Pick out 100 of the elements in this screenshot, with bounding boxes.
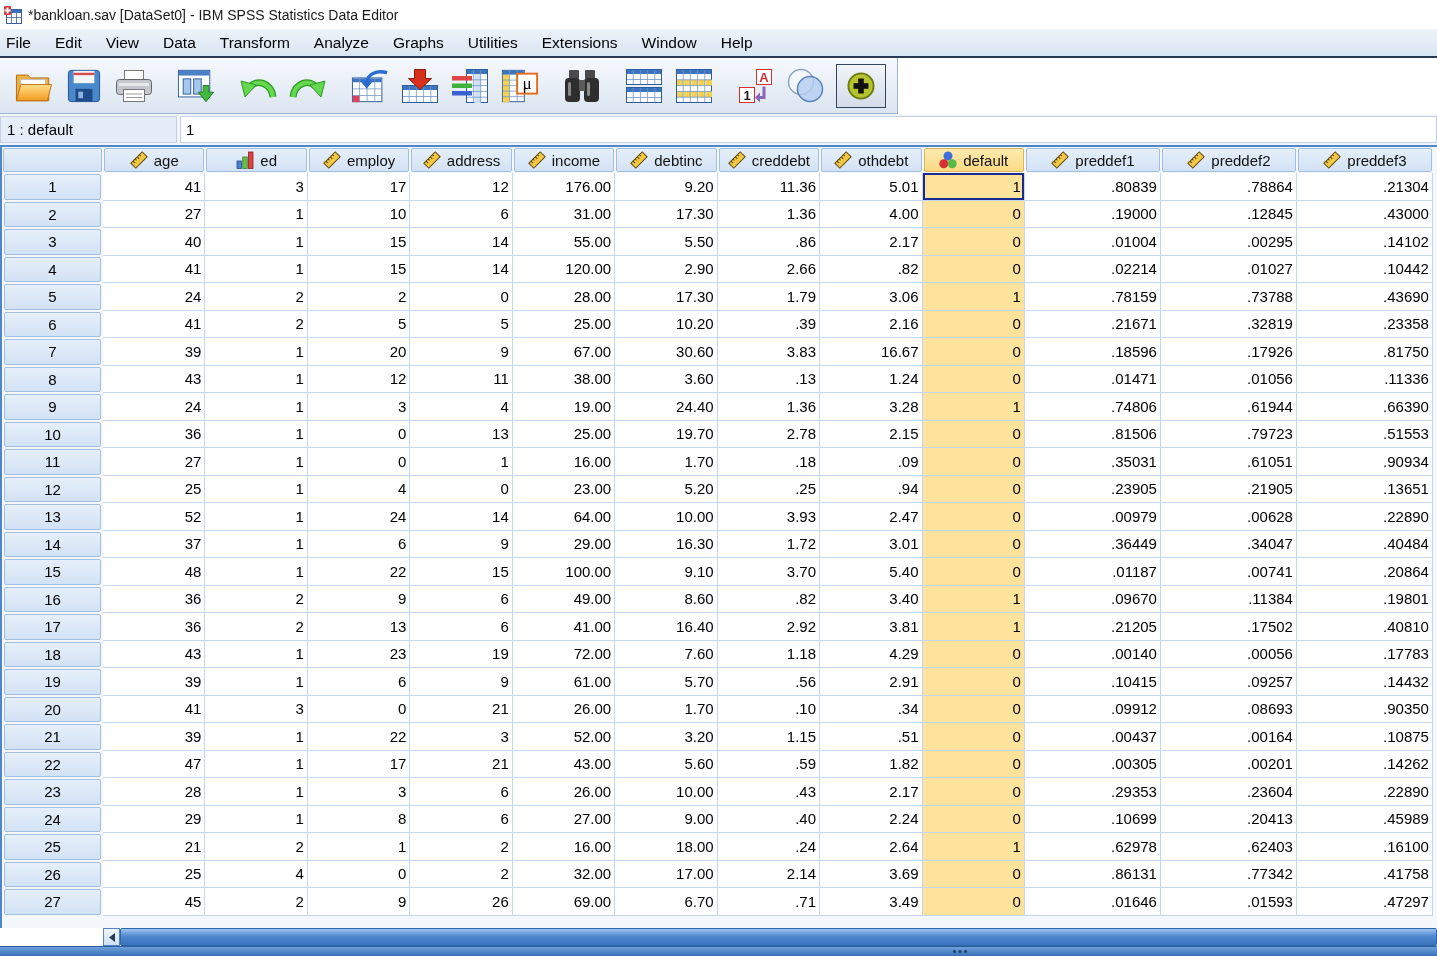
menu-item[interactable]: Transform: [213, 31, 296, 54]
table-cell: 1: [205, 200, 308, 228]
row-header[interactable]: 15: [4, 559, 101, 585]
column-header[interactable]: age: [104, 148, 205, 172]
menu-item[interactable]: Analyze: [307, 31, 375, 54]
table-cell: 0: [922, 723, 1025, 751]
table-cell: 2.47: [820, 503, 923, 531]
table-cell: 14: [410, 228, 513, 256]
row-header[interactable]: 8: [4, 366, 101, 392]
add-on-button[interactable]: [836, 63, 886, 108]
table-cell: 4: [410, 393, 513, 421]
row-header[interactable]: 22: [4, 751, 101, 777]
column-header[interactable]: preddef2: [1161, 148, 1296, 172]
table-cell: 61.00: [512, 668, 616, 696]
row-header[interactable]: 26: [4, 861, 101, 887]
table-cell: 25.00: [512, 420, 616, 448]
table-cell: .09670: [1024, 585, 1161, 613]
menu-item[interactable]: Help: [714, 31, 759, 54]
table-cell: .81750: [1296, 338, 1433, 366]
table-cell: 10: [307, 200, 411, 228]
menu-item[interactable]: File: [0, 31, 37, 54]
column-header[interactable]: preddef3: [1297, 148, 1432, 172]
table-cell: 28: [103, 778, 206, 806]
scroll-left-button[interactable]: [103, 928, 120, 946]
table-cell: 69.00: [512, 888, 616, 916]
row-header[interactable]: 24: [4, 806, 101, 832]
table-cell: .23604: [1160, 778, 1297, 806]
column-header[interactable]: employ: [308, 148, 410, 172]
table-cell: 39: [103, 723, 206, 751]
column-header[interactable]: othdebt: [821, 148, 922, 172]
table-cell: 0: [307, 695, 411, 723]
row-header[interactable]: 1: [4, 174, 101, 200]
table-cell: .09: [820, 448, 923, 476]
row-header[interactable]: 14: [4, 531, 101, 557]
table-cell: 0: [922, 640, 1025, 668]
row-header[interactable]: 20: [4, 696, 101, 722]
table-cell: 39: [103, 668, 206, 696]
row-header[interactable]: 11: [4, 449, 101, 475]
row-header[interactable]: 12: [4, 476, 101, 502]
table-cell: 0: [922, 668, 1025, 696]
table-cell: 72.00: [512, 640, 616, 668]
row-header[interactable]: 21: [4, 724, 101, 750]
table-cell: 0: [922, 860, 1025, 888]
row-header[interactable]: 7: [4, 339, 101, 365]
table-cell: 0: [922, 475, 1025, 503]
row-header[interactable]: 4: [4, 256, 101, 282]
row-header[interactable]: 17: [4, 614, 101, 640]
column-header[interactable]: ed: [206, 148, 307, 172]
menu-item[interactable]: View: [99, 31, 146, 54]
menu-item[interactable]: Edit: [49, 31, 88, 54]
row-header[interactable]: 13: [4, 504, 101, 530]
table-cell: 3: [410, 723, 513, 751]
row-header[interactable]: 27: [4, 889, 101, 915]
table-cell: .82: [717, 585, 821, 613]
table-cell: 48: [103, 558, 206, 586]
table-cell: 45: [103, 888, 206, 916]
table-cell: 4: [307, 475, 411, 503]
row-header[interactable]: 18: [4, 641, 101, 667]
table-cell: 17.30: [615, 283, 718, 311]
table-cell: 0: [922, 365, 1025, 393]
row-header[interactable]: 25: [4, 834, 101, 860]
column-header[interactable]: address: [411, 148, 512, 172]
column-header[interactable]: income: [513, 148, 615, 172]
row-header[interactable]: 6: [4, 311, 101, 337]
overlapping-circles-icon: [787, 67, 825, 104]
column-header[interactable]: default: [923, 148, 1024, 172]
scrollbar-thumb[interactable]: [120, 928, 1437, 946]
table-cell: 22: [307, 558, 411, 586]
table-cell: 2: [205, 888, 308, 916]
row-header[interactable]: 5: [4, 284, 101, 310]
grip-icon: [953, 950, 967, 953]
table-curved-arrow-icon: [351, 67, 389, 104]
column-header[interactable]: creddebt: [718, 148, 820, 172]
menu-item[interactable]: Data: [157, 31, 202, 54]
row-header[interactable]: 16: [4, 586, 101, 612]
table-cell: .13651: [1296, 475, 1433, 503]
table-cell: 30.60: [615, 338, 718, 366]
menu-item[interactable]: Graphs: [387, 31, 450, 54]
cell-value-field[interactable]: 1: [180, 116, 1437, 143]
table-cell: 2: [410, 860, 513, 888]
table-cell: 52.00: [512, 723, 616, 751]
row-header[interactable]: 3: [4, 229, 101, 255]
table-cell: 2: [205, 613, 308, 641]
row-header[interactable]: 19: [4, 669, 101, 695]
row-header[interactable]: 2: [4, 201, 101, 227]
row-header[interactable]: 23: [4, 779, 101, 805]
table-cell: .17502: [1160, 613, 1297, 641]
table-cell: 38.00: [512, 365, 616, 393]
table-cell: 3.01: [820, 530, 923, 558]
row-header[interactable]: 9: [4, 394, 101, 420]
table-cell: 67.00: [512, 338, 616, 366]
column-header[interactable]: preddef1: [1025, 148, 1160, 172]
table-cell: 16.40: [615, 613, 718, 641]
menu-item[interactable]: Extensions: [535, 31, 624, 54]
row-header[interactable]: 10: [4, 421, 101, 447]
table-cell: 1: [205, 393, 308, 421]
table-cell: 3.49: [820, 888, 923, 916]
menu-item[interactable]: Window: [635, 31, 703, 54]
menu-item[interactable]: Utilities: [461, 31, 524, 54]
column-header[interactable]: debtinc: [616, 148, 717, 172]
